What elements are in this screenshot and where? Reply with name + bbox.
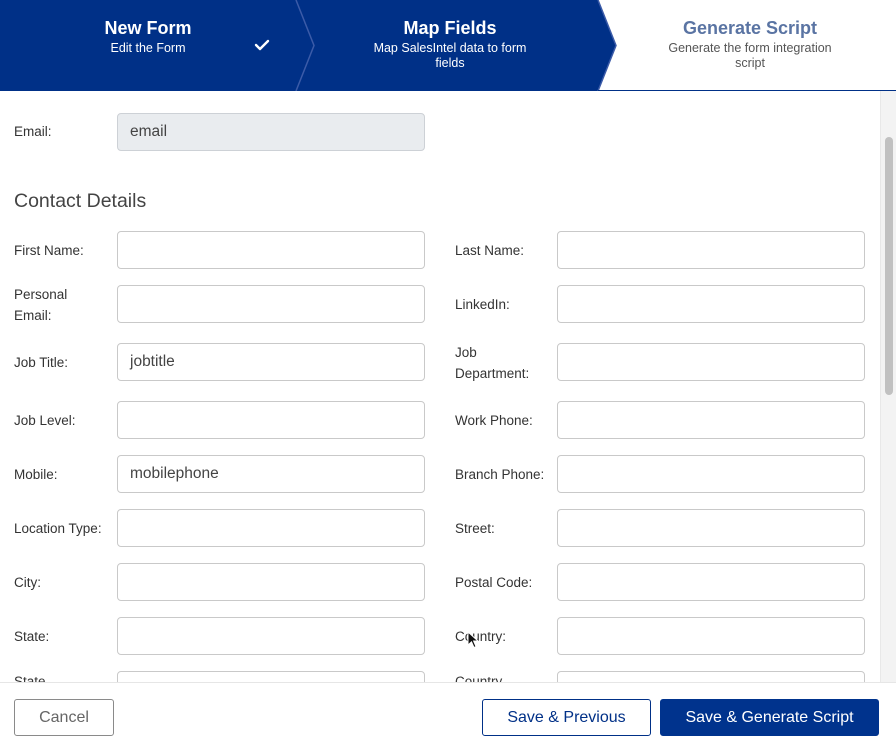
city-label: City: [14, 575, 41, 590]
job-level-field[interactable] [117, 401, 425, 439]
step-generate-script[interactable]: Generate Script Generate the form integr… [648, 0, 852, 91]
state-field[interactable] [117, 617, 425, 655]
first-name-label: First Name: [14, 243, 84, 258]
checkmark-icon [254, 39, 270, 51]
street-label: Street: [455, 521, 495, 536]
cancel-button[interactable]: Cancel [14, 699, 114, 736]
location-type-label: Location Type: [14, 521, 102, 536]
country-code-label: Country [455, 674, 503, 682]
postal-code-field[interactable] [557, 563, 865, 601]
job-title-label: Job Title: [14, 355, 69, 370]
step-title: Generate Script [682, 18, 818, 38]
step-map-fields[interactable]: Map Fields Map SalesIntel data to form f… [356, 0, 544, 91]
street-field[interactable] [557, 509, 865, 547]
email-label: Email: [14, 124, 52, 139]
step-title: New Form [104, 18, 192, 38]
footer-actions: Cancel Save & Previous Save & Generate S… [0, 682, 896, 750]
wizard-stepper: New Form Edit the Form Map Fields Map Sa… [0, 0, 896, 91]
state-label: State: [14, 629, 50, 644]
branch-phone-field[interactable] [557, 455, 865, 493]
step-subtitle: Edit the Form [110, 41, 186, 55]
location-type-field[interactable] [117, 509, 425, 547]
branch-phone-label: Branch Phone: [455, 467, 545, 482]
form-scroll-area: Email: email Contact Details First Name:… [0, 91, 880, 682]
vertical-scrollbar[interactable] [880, 91, 896, 682]
step-title: Map Fields [403, 18, 497, 38]
job-title-field[interactable]: jobtitle [117, 343, 425, 381]
country-field[interactable] [557, 617, 865, 655]
section-title-contact-details: Contact Details [14, 190, 147, 212]
save-previous-button[interactable]: Save & Previous [482, 699, 651, 736]
job-level-label: Job Level: [14, 413, 76, 428]
job-department-label: Job Department: [455, 345, 530, 381]
email-field: email [117, 113, 425, 151]
mobile-label: Mobile: [14, 467, 58, 482]
country-code-field[interactable] [557, 671, 865, 682]
step-new-form[interactable]: New Form Edit the Form [40, 0, 256, 91]
linkedin-label: LinkedIn: [455, 297, 510, 312]
postal-code-label: Postal Code: [455, 575, 533, 590]
last-name-field[interactable] [557, 231, 865, 269]
first-name-field[interactable] [117, 231, 425, 269]
city-field[interactable] [117, 563, 425, 601]
work-phone-field[interactable] [557, 401, 865, 439]
personal-email-field[interactable] [117, 285, 425, 323]
mobile-field[interactable]: mobilephone [117, 455, 425, 493]
country-label: Country: [455, 629, 507, 644]
save-generate-script-button[interactable]: Save & Generate Script [660, 699, 879, 736]
state-code-label: State [14, 674, 46, 682]
work-phone-label: Work Phone: [455, 413, 533, 428]
job-department-field[interactable] [557, 343, 865, 381]
step-subtitle: Map SalesIntel data to form fields [373, 41, 527, 70]
personal-email-label: Personal Email: [14, 287, 68, 323]
state-code-field[interactable] [117, 671, 425, 682]
step-subtitle: Generate the form integration script [668, 41, 832, 70]
scrollbar-thumb[interactable] [885, 137, 893, 395]
linkedin-field[interactable] [557, 285, 865, 323]
last-name-label: Last Name: [455, 243, 525, 258]
